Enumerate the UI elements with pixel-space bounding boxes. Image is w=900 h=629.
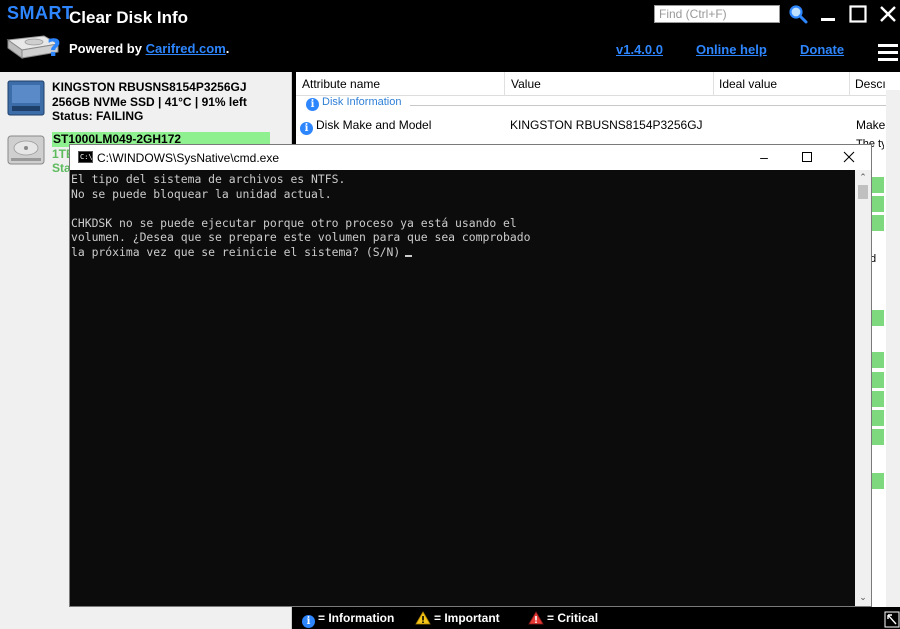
cmd-title-bar[interactable]: C:\ C:\WINDOWS\SysNative\cmd.exe – — [70, 145, 871, 170]
scroll-up-icon[interactable]: ⌃ — [858, 172, 868, 182]
cmd-window[interactable]: C:\ C:\WINDOWS\SysNative\cmd.exe – El ti… — [69, 144, 872, 607]
ssd-drive-icon — [7, 80, 45, 116]
console-icon: C:\ — [78, 151, 93, 163]
legend-bar: i = Information = Important = Critical — [296, 607, 884, 629]
online-help-link[interactable]: Online help — [696, 42, 767, 57]
app-title: Clear Disk Info — [69, 8, 189, 27]
disk-item-kingston[interactable]: KINGSTON RBUSNS8154P3256GJ 256GB NVMe SS… — [0, 74, 292, 126]
minimize-icon[interactable] — [818, 4, 838, 24]
legend-important: = Important — [415, 611, 500, 625]
search-icon[interactable] — [788, 4, 808, 24]
cmd-close-icon[interactable] — [841, 149, 857, 165]
information-icon: i — [300, 122, 313, 135]
text-cursor — [405, 254, 413, 257]
disk-name: KINGSTON RBUSNS8154P3256GJ — [52, 80, 247, 94]
column-value[interactable]: Value — [511, 77, 541, 91]
table-row[interactable]: i Disk Make and Model KINGSTON RBUSNS8154… — [300, 118, 900, 136]
warning-icon — [415, 611, 431, 625]
cmd-title: C:\WINDOWS\SysNative\cmd.exe — [97, 151, 280, 165]
row-value: KINGSTON RBUSNS8154P3256GJ — [510, 118, 703, 132]
powered-by: Powered by Carifred.com. — [69, 41, 230, 56]
column-description[interactable]: Descı — [855, 77, 886, 91]
console-line: El tipo del sistema de archivos es NTFS. — [71, 172, 346, 186]
information-icon: i — [302, 615, 315, 628]
row-description: Make — [856, 118, 886, 132]
console-line: la próxima vez que se reinicie el sistem… — [71, 244, 401, 259]
maximize-icon[interactable] — [848, 4, 868, 24]
column-ideal-value[interactable]: Ideal value — [719, 77, 777, 91]
disk-details: 256GB NVMe SSD | 41°C | 91% left — [52, 94, 247, 109]
hamburger-menu-icon[interactable] — [878, 44, 900, 62]
expand-icon[interactable] — [884, 610, 900, 629]
cmd-scrollbar[interactable]: ⌃ ⌄ — [855, 170, 871, 606]
cmd-minimize-icon[interactable]: – — [756, 149, 772, 165]
cmd-maximize-icon[interactable] — [799, 149, 815, 165]
find-input[interactable]: Find (Ctrl+F) — [654, 5, 780, 23]
console-output[interactable]: El tipo del sistema de archivos es NTFS.… — [70, 170, 855, 606]
app-logo-icon: ? — [6, 34, 61, 62]
group-disk-information: i Disk Information — [306, 96, 896, 114]
table-scrollbar[interactable] — [886, 90, 900, 607]
svg-text:?: ? — [47, 34, 61, 62]
legend-information: i = Information — [302, 611, 394, 628]
hdd-drive-icon — [7, 135, 45, 165]
close-icon[interactable] — [878, 4, 898, 24]
information-icon: i — [306, 98, 319, 111]
app-header: SMART Clear Disk Info ? Powered by Carif… — [0, 0, 900, 72]
column-attribute-name[interactable]: Attribute name — [302, 77, 380, 91]
disk-status: Status: FAILING — [52, 109, 144, 123]
carifred-link[interactable]: Carifred.com — [146, 41, 226, 56]
table-header: Attribute name Value Ideal value Descı — [296, 72, 900, 96]
version-link[interactable]: v1.4.0.0 — [616, 42, 663, 57]
scroll-thumb[interactable] — [858, 185, 868, 199]
console-line: CHKDSK no se puede ejecutar porque otro … — [71, 215, 517, 230]
console-line: No se puede bloquear la unidad actual. — [71, 186, 332, 201]
scroll-down-icon[interactable]: ⌄ — [858, 592, 868, 602]
donate-link[interactable]: Donate — [800, 42, 844, 57]
legend-critical: = Critical — [528, 611, 598, 625]
critical-icon — [528, 611, 544, 625]
console-line: volumen. ¿Desea que se prepare este volu… — [71, 230, 531, 245]
brand-smart: SMART — [7, 3, 74, 23]
